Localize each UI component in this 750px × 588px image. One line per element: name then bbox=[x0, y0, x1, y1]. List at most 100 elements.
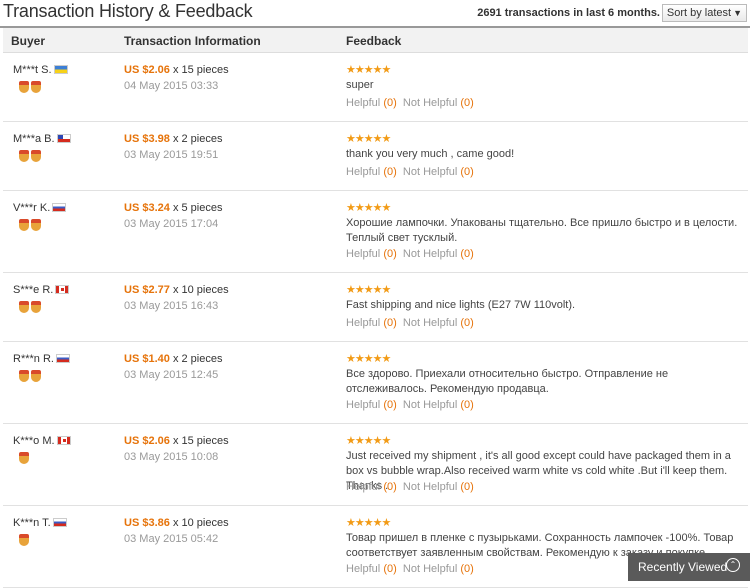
medal-icon bbox=[19, 534, 29, 546]
not-helpful-link[interactable]: Not Helpful (0) bbox=[403, 481, 474, 493]
transaction-price: US $3.98 x 2 pieces bbox=[124, 133, 222, 145]
table-row: M***t S. US $2.06 x 15 pieces 04 May 2015 … bbox=[3, 53, 748, 122]
medal-icon bbox=[19, 452, 29, 464]
transaction-date: 03 May 2015 12:45 bbox=[124, 369, 219, 381]
medal-icon bbox=[19, 81, 29, 93]
transaction-date: 04 May 2015 03:33 bbox=[124, 80, 219, 92]
flag-icon bbox=[56, 436, 71, 445]
buyer-level bbox=[19, 452, 31, 467]
star-rating: ★★★★★ bbox=[346, 64, 391, 76]
transaction-date: 03 May 2015 10:08 bbox=[124, 451, 219, 463]
medal-icon bbox=[31, 81, 41, 93]
table-row: V***r K. US $3.24 x 5 pieces 03 May 2015 1… bbox=[3, 191, 748, 273]
helpful-links: Helpful (0) Not Helpful (0) bbox=[346, 563, 474, 575]
flag-icon bbox=[56, 134, 71, 143]
sort-dropdown[interactable]: Sort by latest ▼ bbox=[661, 4, 747, 22]
table-header: Buyer Transaction Information Feedback bbox=[3, 28, 748, 53]
price: US $3.24 bbox=[124, 202, 170, 214]
feedback-comment: Fast shipping and nice lights (E27 7W 11… bbox=[346, 299, 576, 311]
buyer-name: R***n R. bbox=[13, 353, 70, 365]
transaction-price: US $2.06 x 15 pieces bbox=[124, 64, 229, 76]
not-helpful-link[interactable]: Not Helpful (0) bbox=[403, 317, 474, 329]
transaction-price: US $1.40 x 2 pieces bbox=[124, 353, 222, 365]
not-helpful-link[interactable]: Not Helpful (0) bbox=[403, 248, 474, 260]
transaction-date: 03 May 2015 19:51 bbox=[124, 149, 219, 161]
helpful-link[interactable]: Helpful (0) bbox=[346, 481, 397, 493]
quantity: x 10 pieces bbox=[172, 517, 229, 529]
buyer-level bbox=[19, 150, 43, 165]
transaction-price: US $2.06 x 15 pieces bbox=[124, 435, 229, 447]
feedback-table: M***t S. US $2.06 x 15 pieces 04 May 2015 … bbox=[3, 53, 748, 588]
quantity: x 2 pieces bbox=[172, 353, 223, 365]
medal-icon bbox=[31, 219, 41, 231]
sort-label: Sort by latest bbox=[666, 7, 732, 19]
not-helpful-link[interactable]: Not Helpful (0) bbox=[403, 166, 474, 178]
quantity: x 2 pieces bbox=[172, 133, 223, 145]
price: US $1.40 bbox=[124, 353, 170, 365]
not-helpful-link[interactable]: Not Helpful (0) bbox=[403, 563, 474, 575]
chevron-up-icon: ⌃ bbox=[726, 558, 740, 572]
transaction-count: 2691 transactions in last 6 months. bbox=[477, 7, 660, 19]
star-rating: ★★★★★ bbox=[346, 435, 391, 447]
column-buyer: Buyer bbox=[11, 34, 46, 48]
helpful-links: Helpful (0) Not Helpful (0) bbox=[346, 317, 474, 329]
buyer-name: V***r K. bbox=[13, 202, 67, 214]
column-feedback: Feedback bbox=[346, 34, 402, 48]
buyer-level bbox=[19, 370, 43, 385]
flag-icon bbox=[55, 285, 70, 294]
table-row: K***o M. US $2.06 x 15 pieces 03 May 2015 … bbox=[3, 424, 748, 506]
helpful-links: Helpful (0) Not Helpful (0) bbox=[346, 97, 474, 109]
helpful-link[interactable]: Helpful (0) bbox=[346, 399, 397, 411]
transaction-date: 03 May 2015 17:04 bbox=[124, 218, 219, 230]
buyer-name: S***e R. bbox=[13, 284, 70, 296]
quantity: x 15 pieces bbox=[172, 64, 229, 76]
helpful-links: Helpful (0) Not Helpful (0) bbox=[346, 481, 474, 493]
price: US $2.77 bbox=[124, 284, 170, 296]
buyer-name: M***a B. bbox=[13, 133, 71, 145]
transaction-price: US $3.24 x 5 pieces bbox=[124, 202, 222, 214]
page-title: Transaction History & Feedback bbox=[3, 1, 253, 21]
helpful-link[interactable]: Helpful (0) bbox=[346, 563, 397, 575]
helpful-links: Helpful (0) Not Helpful (0) bbox=[346, 248, 474, 260]
not-helpful-link[interactable]: Not Helpful (0) bbox=[403, 97, 474, 109]
chevron-down-icon: ▼ bbox=[733, 8, 742, 18]
helpful-link[interactable]: Helpful (0) bbox=[346, 166, 397, 178]
quantity: x 10 pieces bbox=[172, 284, 229, 296]
buyer-level bbox=[19, 219, 43, 234]
transaction-price: US $2.77 x 10 pieces bbox=[124, 284, 229, 296]
feedback-comment: thank you very much , came good! bbox=[346, 148, 515, 160]
price: US $3.86 bbox=[124, 517, 170, 529]
column-transaction: Transaction Information bbox=[124, 34, 261, 48]
recently-viewed-label: Recently Viewed bbox=[638, 560, 728, 574]
buyer-name: M***t S. bbox=[13, 64, 68, 76]
price: US $3.98 bbox=[124, 133, 170, 145]
helpful-link[interactable]: Helpful (0) bbox=[346, 97, 397, 109]
buyer-level bbox=[19, 534, 31, 549]
helpful-links: Helpful (0) Not Helpful (0) bbox=[346, 166, 474, 178]
medal-icon bbox=[19, 301, 29, 313]
helpful-link[interactable]: Helpful (0) bbox=[346, 248, 397, 260]
star-rating: ★★★★★ bbox=[346, 133, 391, 145]
not-helpful-link[interactable]: Not Helpful (0) bbox=[403, 399, 474, 411]
star-rating: ★★★★★ bbox=[346, 284, 391, 296]
feedback-comment: Хорошие лампочки. Упакованы тщательно. В… bbox=[346, 217, 738, 244]
feedback-comment: super bbox=[346, 79, 374, 91]
helpful-links: Helpful (0) Not Helpful (0) bbox=[346, 399, 474, 411]
transaction-date: 03 May 2015 16:43 bbox=[124, 300, 219, 312]
table-row: S***e R. US $2.77 x 10 pieces 03 May 2015 … bbox=[3, 273, 748, 342]
helpful-link[interactable]: Helpful (0) bbox=[346, 317, 397, 329]
medal-icon bbox=[31, 370, 41, 382]
recently-viewed-button[interactable]: Recently Viewed ⌃ bbox=[628, 553, 750, 581]
header-bar: Transaction History & Feedback 2691 tran… bbox=[0, 0, 750, 28]
table-row: R***n R. US $1.40 x 2 pieces 03 May 2015 1… bbox=[3, 342, 748, 424]
quantity: x 15 pieces bbox=[172, 435, 229, 447]
transaction-date: 03 May 2015 05:42 bbox=[124, 533, 219, 545]
buyer-level bbox=[19, 81, 43, 96]
flag-icon bbox=[53, 65, 68, 74]
medal-icon bbox=[19, 219, 29, 231]
flag-icon bbox=[55, 354, 70, 363]
star-rating: ★★★★★ bbox=[346, 202, 391, 214]
buyer-name: K***n T. bbox=[13, 517, 67, 529]
price: US $2.06 bbox=[124, 435, 170, 447]
table-row: M***a B. US $3.98 x 2 pieces 03 May 2015 1… bbox=[3, 122, 748, 191]
